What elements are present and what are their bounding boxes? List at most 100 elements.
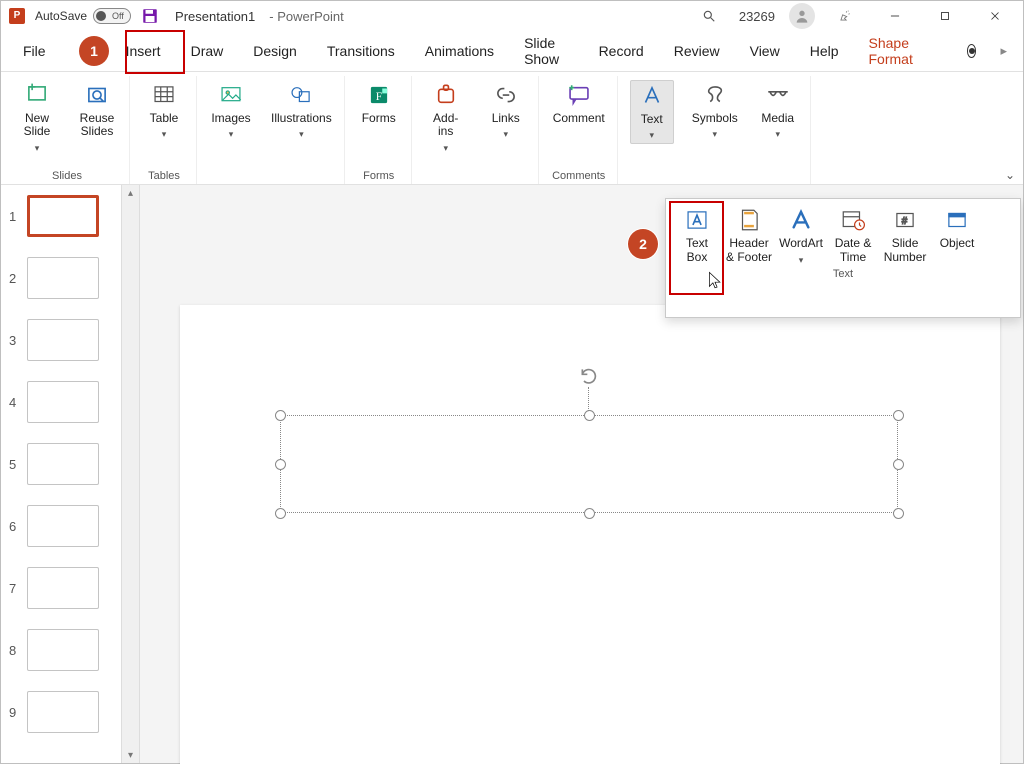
- resize-handle-sw[interactable]: [275, 508, 286, 519]
- scroll-down-icon[interactable]: ▾: [122, 747, 139, 763]
- forms-icon: F: [366, 82, 392, 108]
- close-button[interactable]: [975, 2, 1015, 30]
- selected-text-box[interactable]: [280, 415, 898, 513]
- chevron-down-icon: ▾: [299, 129, 304, 140]
- thumbnail-preview: [27, 567, 99, 609]
- header-footer-label: Header & Footer: [726, 237, 772, 265]
- object-button[interactable]: Object: [932, 205, 982, 268]
- links-icon: [493, 82, 519, 108]
- thumbnail-index: 5: [9, 457, 19, 472]
- search-icon[interactable]: [689, 2, 729, 30]
- new-slide-label: New Slide: [24, 112, 51, 140]
- thumbnail-index: 2: [9, 271, 19, 286]
- object-label: Object: [940, 237, 975, 251]
- reuse-slides-button[interactable]: Reuse Slides: [75, 80, 119, 157]
- save-icon[interactable]: [141, 7, 159, 25]
- date-time-button[interactable]: Date & Time: [828, 205, 878, 268]
- thumbnail-slide-4[interactable]: 4: [9, 381, 113, 423]
- tab-view[interactable]: View: [744, 35, 786, 67]
- rotate-handle-icon[interactable]: [578, 365, 600, 387]
- resize-handle-s[interactable]: [584, 508, 595, 519]
- addins-button[interactable]: Add- ins ▾: [424, 80, 468, 157]
- wordart-button[interactable]: WordArt ▾: [776, 205, 826, 268]
- resize-handle-nw[interactable]: [275, 410, 286, 421]
- header-footer-button[interactable]: Header & Footer: [724, 205, 774, 268]
- reuse-slides-icon: [84, 82, 110, 108]
- coming-soon-icon[interactable]: [825, 2, 865, 30]
- table-icon: [151, 82, 177, 108]
- camera-record-icon[interactable]: [967, 44, 977, 58]
- thumbnail-slide-6[interactable]: 6: [9, 505, 113, 547]
- tab-slideshow[interactable]: Slide Show: [518, 27, 575, 75]
- scroll-up-icon[interactable]: ▴: [122, 185, 139, 201]
- autosave-label: AutoSave: [35, 9, 87, 23]
- thumbnail-preview: [27, 381, 99, 423]
- thumbnail-index: 9: [9, 705, 19, 720]
- thumbnail-index: 6: [9, 519, 19, 534]
- tab-shape-format[interactable]: Shape Format: [863, 27, 931, 75]
- tab-design[interactable]: Design: [247, 35, 303, 67]
- tab-animations[interactable]: Animations: [419, 35, 500, 67]
- thumbnail-scrollbar[interactable]: ▴ ▾: [121, 185, 139, 763]
- thumbnail-slide-1[interactable]: 1: [9, 195, 113, 237]
- slide-number-button[interactable]: # Slide Number: [880, 205, 930, 268]
- chevron-down-icon: ▾: [503, 129, 508, 140]
- resize-handle-ne[interactable]: [893, 410, 904, 421]
- forms-button[interactable]: F Forms: [357, 80, 401, 128]
- images-button[interactable]: Images ▾: [209, 80, 253, 143]
- group-comments-label: Comments: [552, 166, 605, 182]
- thumbnail-slide-5[interactable]: 5: [9, 443, 113, 485]
- comment-icon: [566, 82, 592, 108]
- tab-record[interactable]: Record: [593, 35, 650, 67]
- ribbon-collapse-icon[interactable]: ⌄: [1005, 168, 1015, 182]
- resize-handle-n[interactable]: [584, 410, 595, 421]
- illustrations-button[interactable]: Illustrations ▾: [269, 80, 334, 143]
- slide-canvas[interactable]: [180, 305, 1000, 764]
- links-button[interactable]: Links ▾: [484, 80, 528, 157]
- new-slide-button[interactable]: New Slide ▾: [15, 80, 59, 157]
- thumbnail-slide-3[interactable]: 3: [9, 319, 113, 361]
- media-button[interactable]: Media ▾: [756, 80, 800, 145]
- text-box-button[interactable]: Text Box: [672, 205, 722, 268]
- mouse-cursor-icon: [708, 271, 722, 289]
- tab-insert[interactable]: Insert: [120, 35, 167, 67]
- thumbnail-slide-7[interactable]: 7: [9, 567, 113, 609]
- thumbnail-slide-2[interactable]: 2: [9, 257, 113, 299]
- slide-thumbnails: 1 2 3 4 5 6 7 8 9: [1, 185, 121, 763]
- text-split-button[interactable]: Text ▾: [630, 80, 674, 145]
- minimize-button[interactable]: [875, 2, 915, 30]
- table-label: Table: [150, 112, 179, 126]
- annotation-badge-1: 1: [79, 36, 109, 66]
- resize-handle-se[interactable]: [893, 508, 904, 519]
- thumbnail-index: 1: [9, 209, 19, 224]
- tab-draw[interactable]: Draw: [185, 35, 230, 67]
- thumbnail-preview: [27, 443, 99, 485]
- group-images-illust: Images ▾ Illustrations ▾: [199, 76, 345, 184]
- overflow-tabs-icon[interactable]: ▸: [1000, 43, 1007, 59]
- tab-transitions[interactable]: Transitions: [321, 35, 401, 67]
- images-label: Images: [211, 112, 250, 126]
- autosave-toggle[interactable]: Off: [93, 8, 131, 24]
- object-icon: [944, 207, 970, 233]
- chevron-down-icon: ▾: [775, 129, 780, 140]
- symbols-button[interactable]: Symbols ▾: [690, 80, 740, 145]
- thumbnail-slide-8[interactable]: 8: [9, 629, 113, 671]
- symbols-icon: [702, 82, 728, 108]
- maximize-button[interactable]: [925, 2, 965, 30]
- thumbnail-slide-9[interactable]: 9: [9, 691, 113, 733]
- account-name[interactable]: 23269: [739, 9, 775, 24]
- comment-button[interactable]: Comment: [551, 80, 607, 128]
- tab-review[interactable]: Review: [668, 35, 726, 67]
- tab-file[interactable]: File: [17, 35, 52, 67]
- powerpoint-app-icon: P: [9, 8, 25, 24]
- resize-handle-e[interactable]: [893, 459, 904, 470]
- account-avatar[interactable]: [789, 3, 815, 29]
- autosave-control[interactable]: AutoSave Off: [35, 8, 131, 24]
- group-addins-label: [474, 166, 477, 182]
- resize-handle-w[interactable]: [275, 459, 286, 470]
- tab-help[interactable]: Help: [804, 35, 845, 67]
- group-forms: F Forms Forms: [347, 76, 412, 184]
- text-box-label: Text Box: [686, 237, 708, 265]
- illustrations-label: Illustrations: [271, 112, 332, 126]
- table-button[interactable]: Table ▾: [142, 80, 186, 143]
